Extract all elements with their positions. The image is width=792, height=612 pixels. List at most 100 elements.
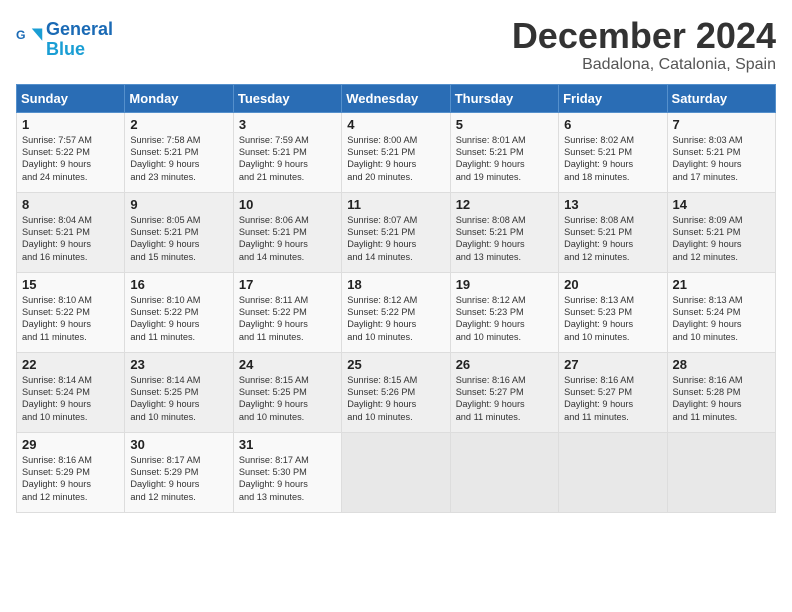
day-number: 18 (347, 277, 444, 292)
table-cell (667, 432, 775, 512)
day-number: 14 (673, 197, 770, 212)
col-thursday: Thursday (450, 84, 558, 112)
table-cell: 2 Sunrise: 7:58 AM Sunset: 5:21 PM Daylig… (125, 112, 233, 192)
day-number: 24 (239, 357, 336, 372)
cell-content: Sunrise: 8:15 AM Sunset: 5:26 PM Dayligh… (347, 374, 444, 424)
day-number: 23 (130, 357, 227, 372)
logo-text: GeneralBlue (46, 20, 113, 60)
subtitle: Badalona, Catalonia, Spain (512, 56, 776, 74)
day-number: 31 (239, 437, 336, 452)
cell-content: Sunrise: 7:57 AM Sunset: 5:22 PM Dayligh… (22, 134, 119, 184)
cell-content: Sunrise: 8:08 AM Sunset: 5:21 PM Dayligh… (564, 214, 661, 264)
day-number: 19 (456, 277, 553, 292)
table-cell: 23 Sunrise: 8:14 AM Sunset: 5:25 PM Dayli… (125, 352, 233, 432)
cell-content: Sunrise: 8:10 AM Sunset: 5:22 PM Dayligh… (22, 294, 119, 344)
day-number: 6 (564, 117, 661, 132)
cell-content: Sunrise: 8:09 AM Sunset: 5:21 PM Dayligh… (673, 214, 770, 264)
cell-content: Sunrise: 7:59 AM Sunset: 5:21 PM Dayligh… (239, 134, 336, 184)
table-cell: 24 Sunrise: 8:15 AM Sunset: 5:25 PM Dayli… (233, 352, 341, 432)
cell-content: Sunrise: 8:14 AM Sunset: 5:24 PM Dayligh… (22, 374, 119, 424)
table-cell: 4Sunrise: 8:00 AM Sunset: 5:21 PM Daylig… (342, 112, 450, 192)
cell-content: Sunrise: 8:05 AM Sunset: 5:21 PM Dayligh… (130, 214, 227, 264)
table-cell: 9 Sunrise: 8:05 AM Sunset: 5:21 PM Daylig… (125, 192, 233, 272)
day-number: 20 (564, 277, 661, 292)
day-number: 9 (130, 197, 227, 212)
cell-content: Sunrise: 7:58 AM Sunset: 5:21 PM Dayligh… (130, 134, 227, 184)
cell-content: Sunrise: 8:10 AM Sunset: 5:22 PM Dayligh… (130, 294, 227, 344)
table-cell: 1 Sunrise: 7:57 AM Sunset: 5:22 PM Daylig… (17, 112, 125, 192)
day-number: 26 (456, 357, 553, 372)
day-number: 4 (347, 117, 444, 132)
cell-content: Sunrise: 8:02 AM Sunset: 5:21 PM Dayligh… (564, 134, 661, 184)
cell-content: Sunrise: 8:17 AM Sunset: 5:29 PM Dayligh… (130, 454, 227, 504)
cell-content: Sunrise: 8:12 AM Sunset: 5:23 PM Dayligh… (456, 294, 553, 344)
month-title: December 2024 (512, 16, 776, 56)
day-number: 12 (456, 197, 553, 212)
week-row: 15 Sunrise: 8:10 AM Sunset: 5:22 PM Dayli… (17, 272, 776, 352)
header-row: Sunday Monday Tuesday Wednesday Thursday… (17, 84, 776, 112)
table-cell: 14 Sunrise: 8:09 AM Sunset: 5:21 PM Dayli… (667, 192, 775, 272)
table-cell: 5 Sunrise: 8:01 AM Sunset: 5:21 PM Daylig… (450, 112, 558, 192)
table-cell: 18Sunrise: 8:12 AM Sunset: 5:22 PM Dayli… (342, 272, 450, 352)
day-number: 30 (130, 437, 227, 452)
col-tuesday: Tuesday (233, 84, 341, 112)
table-cell: 22Sunrise: 8:14 AM Sunset: 5:24 PM Dayli… (17, 352, 125, 432)
cell-content: Sunrise: 8:16 AM Sunset: 5:27 PM Dayligh… (456, 374, 553, 424)
table-cell: 20 Sunrise: 8:13 AM Sunset: 5:23 PM Dayli… (559, 272, 667, 352)
table-cell: 25 Sunrise: 8:15 AM Sunset: 5:26 PM Dayli… (342, 352, 450, 432)
table-cell: 26 Sunrise: 8:16 AM Sunset: 5:27 PM Dayli… (450, 352, 558, 432)
day-number: 25 (347, 357, 444, 372)
day-number: 28 (673, 357, 770, 372)
table-cell: 29 Sunrise: 8:16 AM Sunset: 5:29 PM Dayli… (17, 432, 125, 512)
day-number: 3 (239, 117, 336, 132)
header: G GeneralBlue December 2024 Badalona, Ca… (16, 16, 776, 74)
cell-content: Sunrise: 8:01 AM Sunset: 5:21 PM Dayligh… (456, 134, 553, 184)
table-cell: 30 Sunrise: 8:17 AM Sunset: 5:29 PM Dayli… (125, 432, 233, 512)
cell-content: Sunrise: 8:16 AM Sunset: 5:28 PM Dayligh… (673, 374, 770, 424)
table-cell: 10Sunrise: 8:06 AM Sunset: 5:21 PM Dayli… (233, 192, 341, 272)
logo: G GeneralBlue (16, 20, 113, 60)
table-cell: 27Sunrise: 8:16 AM Sunset: 5:27 PM Dayli… (559, 352, 667, 432)
col-sunday: Sunday (17, 84, 125, 112)
day-number: 10 (239, 197, 336, 212)
col-wednesday: Wednesday (342, 84, 450, 112)
day-number: 2 (130, 117, 227, 132)
col-saturday: Saturday (667, 84, 775, 112)
day-number: 27 (564, 357, 661, 372)
cell-content: Sunrise: 8:14 AM Sunset: 5:25 PM Dayligh… (130, 374, 227, 424)
table-cell: 16Sunrise: 8:10 AM Sunset: 5:22 PM Dayli… (125, 272, 233, 352)
cell-content: Sunrise: 8:13 AM Sunset: 5:24 PM Dayligh… (673, 294, 770, 344)
cell-content: Sunrise: 8:17 AM Sunset: 5:30 PM Dayligh… (239, 454, 336, 504)
table-cell: 8Sunrise: 8:04 AM Sunset: 5:21 PM Daylig… (17, 192, 125, 272)
table-cell: 3 Sunrise: 7:59 AM Sunset: 5:21 PM Daylig… (233, 112, 341, 192)
week-row: 22Sunrise: 8:14 AM Sunset: 5:24 PM Dayli… (17, 352, 776, 432)
table-cell: 17 Sunrise: 8:11 AM Sunset: 5:22 PM Dayli… (233, 272, 341, 352)
day-number: 1 (22, 117, 119, 132)
cell-content: Sunrise: 8:16 AM Sunset: 5:29 PM Dayligh… (22, 454, 119, 504)
table-cell: 7Sunrise: 8:03 AM Sunset: 5:21 PM Daylig… (667, 112, 775, 192)
week-row: 29 Sunrise: 8:16 AM Sunset: 5:29 PM Dayli… (17, 432, 776, 512)
day-number: 17 (239, 277, 336, 292)
table-cell: 21Sunrise: 8:13 AM Sunset: 5:24 PM Dayli… (667, 272, 775, 352)
cell-content: Sunrise: 8:11 AM Sunset: 5:22 PM Dayligh… (239, 294, 336, 344)
cell-content: Sunrise: 8:04 AM Sunset: 5:21 PM Dayligh… (22, 214, 119, 264)
svg-text:G: G (16, 28, 26, 42)
week-row: 1 Sunrise: 7:57 AM Sunset: 5:22 PM Daylig… (17, 112, 776, 192)
cell-content: Sunrise: 8:03 AM Sunset: 5:21 PM Dayligh… (673, 134, 770, 184)
day-number: 15 (22, 277, 119, 292)
day-number: 5 (456, 117, 553, 132)
col-monday: Monday (125, 84, 233, 112)
day-number: 29 (22, 437, 119, 452)
calendar-table: Sunday Monday Tuesday Wednesday Thursday… (16, 84, 776, 513)
logo-icon: G (16, 25, 44, 53)
table-cell: 11Sunrise: 8:07 AM Sunset: 5:21 PM Dayli… (342, 192, 450, 272)
cell-content: Sunrise: 8:15 AM Sunset: 5:25 PM Dayligh… (239, 374, 336, 424)
table-cell (450, 432, 558, 512)
table-cell: 19 Sunrise: 8:12 AM Sunset: 5:23 PM Dayli… (450, 272, 558, 352)
page-container: G GeneralBlue December 2024 Badalona, Ca… (0, 0, 792, 523)
cell-content: Sunrise: 8:13 AM Sunset: 5:23 PM Dayligh… (564, 294, 661, 344)
table-cell: 6 Sunrise: 8:02 AM Sunset: 5:21 PM Daylig… (559, 112, 667, 192)
title-area: December 2024 Badalona, Catalonia, Spain (512, 16, 776, 74)
week-row: 8Sunrise: 8:04 AM Sunset: 5:21 PM Daylig… (17, 192, 776, 272)
cell-content: Sunrise: 8:08 AM Sunset: 5:21 PM Dayligh… (456, 214, 553, 264)
